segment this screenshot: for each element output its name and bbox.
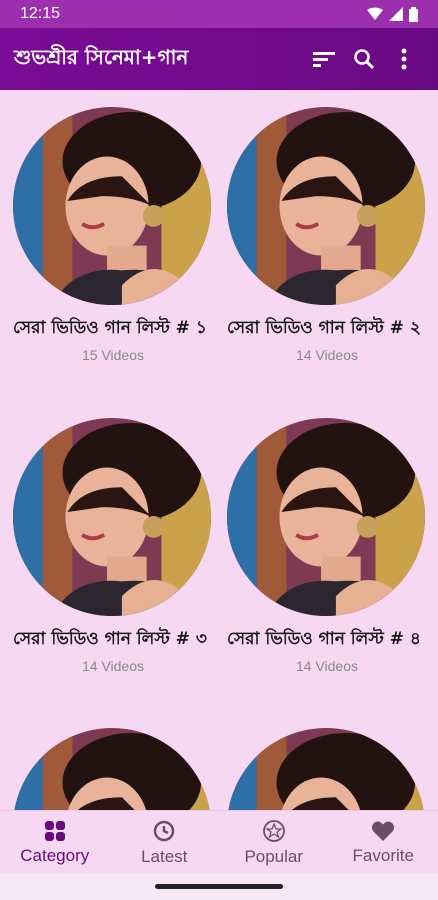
status-time: 12:15 — [20, 5, 61, 22]
nav-favorite[interactable]: Favorite — [329, 811, 438, 875]
playlist-grid: সেরা ভিডিও গান লিস্ট # ১ 15 Videos সেরা … — [0, 90, 438, 810]
nav-latest-label: Latest — [141, 847, 188, 866]
nav-popular-label: Popular — [244, 847, 304, 866]
playlist-thumbnail — [13, 728, 211, 810]
sort-icon[interactable] — [304, 39, 344, 79]
video-count: 14 Videos — [295, 658, 358, 674]
playlist-card-3[interactable]: সেরা ভিডিও গান লিস্ট # ৩ 14 Videos — [13, 418, 213, 674]
playlist-thumbnail — [227, 728, 425, 810]
home-indicator[interactable] — [155, 884, 283, 889]
nav-favorite-label: Favorite — [352, 846, 414, 865]
history-icon — [154, 820, 175, 842]
video-count: 14 Videos — [295, 347, 358, 363]
battery-icon — [409, 6, 418, 22]
video-count: 15 Videos — [81, 347, 144, 363]
playlist-title: সেরা ভিডিও গান লিস্ট # ১ — [13, 318, 207, 338]
nav-popular[interactable]: Popular — [219, 811, 329, 875]
app-bar: শুভশ্রীর সিনেমা+গান — [0, 28, 438, 90]
playlist-title: সেরা ভিডিও গান লিস্ট # ৩ — [13, 629, 207, 649]
playlist-card-4[interactable]: সেরা ভিডিও গান লিস্ট # ৪ 14 Videos — [227, 418, 427, 674]
bottom-navigation: Category Latest Popular Favorite — [0, 810, 438, 875]
search-icon[interactable] — [344, 39, 384, 79]
category-icon — [44, 821, 65, 841]
nav-category[interactable]: Category — [0, 811, 110, 875]
more-options-icon[interactable] — [384, 39, 424, 79]
status-bar: 12:15 — [0, 0, 438, 28]
playlist-thumbnail — [13, 107, 211, 305]
playlist-card-6[interactable] — [227, 728, 427, 810]
playlist-thumbnail — [13, 418, 211, 616]
wifi-icon — [367, 7, 383, 20]
heart-icon — [372, 821, 395, 841]
playlist-thumbnail — [227, 107, 425, 305]
cell-signal-icon — [389, 7, 403, 21]
playlist-thumbnail — [227, 418, 425, 616]
playlist-card-2[interactable]: সেরা ভিডিও গান লিস্ট # ২ 14 Videos — [227, 107, 427, 363]
playlist-card-1[interactable]: সেরা ভিডিও গান লিস্ট # ১ 15 Videos — [13, 107, 213, 363]
popular-star-icon — [262, 820, 285, 842]
playlist-card-5[interactable] — [13, 728, 213, 810]
nav-category-label: Category — [20, 846, 90, 865]
playlist-title: সেরা ভিডিও গান লিস্ট # ২ — [227, 318, 421, 338]
status-icons — [367, 6, 418, 22]
nav-latest[interactable]: Latest — [110, 811, 220, 875]
playlist-title: সেরা ভিডিও গান লিস্ট # ৪ — [227, 629, 421, 649]
app-title: শুভশ্রীর সিনেমা+গান — [14, 44, 189, 69]
video-count: 14 Videos — [81, 658, 144, 674]
